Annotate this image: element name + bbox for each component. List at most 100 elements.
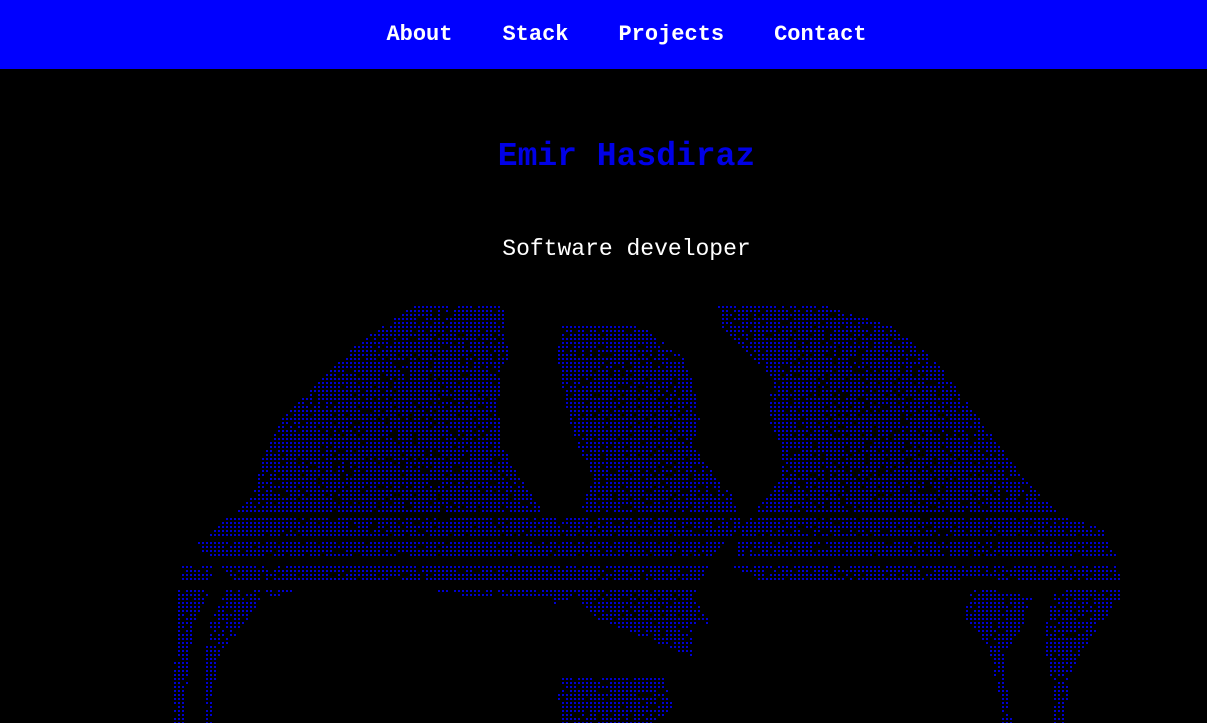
ascii-dot bbox=[294, 406, 296, 408]
nav-link-contact[interactable]: Contact bbox=[774, 22, 866, 47]
ascii-dot bbox=[354, 474, 356, 476]
ascii-dot bbox=[582, 350, 584, 352]
ascii-dot bbox=[606, 490, 608, 492]
ascii-dot bbox=[562, 326, 564, 328]
ascii-dot bbox=[814, 346, 816, 348]
ascii-dot bbox=[618, 350, 620, 352]
nav-link-about[interactable]: About bbox=[386, 22, 452, 47]
ascii-dot bbox=[898, 370, 900, 372]
ascii-dot bbox=[330, 462, 332, 464]
ascii-dot bbox=[498, 394, 500, 396]
ascii-dot bbox=[594, 410, 596, 412]
ascii-dot bbox=[422, 434, 424, 436]
ascii-dot bbox=[838, 370, 840, 372]
ascii-dot bbox=[950, 394, 952, 396]
ascii-dot bbox=[838, 330, 840, 332]
ascii-dot bbox=[694, 414, 696, 416]
ascii-dot bbox=[362, 350, 364, 352]
ascii-dot bbox=[834, 346, 836, 348]
ascii-dot bbox=[366, 370, 368, 372]
ascii-dot bbox=[594, 434, 596, 436]
ascii-dot bbox=[910, 354, 912, 356]
ascii-dot bbox=[350, 410, 352, 412]
ascii-dot bbox=[814, 418, 816, 420]
ascii-dot bbox=[890, 454, 892, 456]
ascii-dot bbox=[366, 350, 368, 352]
ascii-dot bbox=[834, 318, 836, 320]
ascii-dot bbox=[830, 454, 832, 456]
ascii-dot bbox=[450, 418, 452, 420]
ascii-dot bbox=[418, 422, 420, 424]
ascii-dot bbox=[282, 482, 284, 484]
ascii-dot bbox=[914, 350, 916, 352]
ascii-dot bbox=[894, 398, 896, 400]
ascii-dot bbox=[478, 398, 480, 400]
ascii-dot bbox=[798, 402, 800, 404]
ascii-dot bbox=[950, 382, 952, 384]
ascii-dot bbox=[410, 446, 412, 448]
ascii-dot bbox=[626, 422, 628, 424]
ascii-dot bbox=[386, 410, 388, 412]
nav-link-stack[interactable]: Stack bbox=[502, 22, 568, 47]
ascii-dot bbox=[390, 334, 392, 336]
ascii-dot bbox=[886, 426, 888, 428]
ascii-dot bbox=[854, 394, 856, 396]
ascii-dot bbox=[434, 306, 436, 308]
nav-link-projects[interactable]: Projects bbox=[618, 22, 724, 47]
ascii-dot bbox=[782, 338, 784, 340]
ascii-dot bbox=[358, 390, 360, 392]
ascii-dot bbox=[334, 370, 336, 372]
ascii-dot bbox=[490, 386, 492, 388]
ascii-dot bbox=[506, 490, 508, 492]
ascii-dot bbox=[354, 398, 356, 400]
ascii-dot bbox=[426, 458, 428, 460]
ascii-dot bbox=[862, 450, 864, 452]
ascii-dot bbox=[418, 410, 420, 412]
ascii-dot bbox=[886, 474, 888, 476]
ascii-dot bbox=[278, 478, 280, 480]
ascii-dot bbox=[390, 330, 392, 332]
ascii-dot bbox=[310, 450, 312, 452]
ascii-dot bbox=[486, 450, 488, 452]
ascii-dot bbox=[598, 454, 600, 456]
ascii-dot bbox=[482, 322, 484, 324]
ascii-dot bbox=[882, 350, 884, 352]
ascii-dot bbox=[890, 450, 892, 452]
ascii-dot bbox=[862, 362, 864, 364]
ascii-dot bbox=[630, 446, 632, 448]
ascii-dot bbox=[482, 390, 484, 392]
ascii-dot bbox=[358, 450, 360, 452]
ascii-dot bbox=[370, 390, 372, 392]
ascii-dot bbox=[934, 386, 936, 388]
ascii-dot bbox=[442, 366, 444, 368]
ascii-dot bbox=[918, 422, 920, 424]
ascii-dot bbox=[990, 478, 992, 480]
ascii-dot bbox=[806, 354, 808, 356]
ascii-dot bbox=[818, 366, 820, 368]
ascii-dot bbox=[462, 478, 464, 480]
ascii-dot bbox=[626, 342, 628, 344]
ascii-dot bbox=[658, 486, 660, 488]
ascii-dot bbox=[378, 378, 380, 380]
ascii-dot bbox=[442, 378, 444, 380]
ascii-dot bbox=[626, 478, 628, 480]
ascii-dot bbox=[846, 350, 848, 352]
ascii-dot bbox=[962, 426, 964, 428]
ascii-dot bbox=[578, 374, 580, 376]
ascii-dot bbox=[294, 478, 296, 480]
ascii-dot bbox=[370, 466, 372, 468]
ascii-dot bbox=[886, 326, 888, 328]
ascii-dot bbox=[346, 418, 348, 420]
ascii-dot bbox=[658, 462, 660, 464]
ascii-dot bbox=[294, 422, 296, 424]
ascii-dot bbox=[314, 438, 316, 440]
ascii-dot bbox=[358, 478, 360, 480]
ascii-dot bbox=[930, 454, 932, 456]
ascii-dot bbox=[850, 442, 852, 444]
ascii-dot bbox=[398, 438, 400, 440]
ascii-dot bbox=[794, 474, 796, 476]
ascii-dot bbox=[938, 438, 940, 440]
ascii-dot bbox=[606, 342, 608, 344]
ascii-dot bbox=[974, 422, 976, 424]
ascii-dot bbox=[638, 378, 640, 380]
